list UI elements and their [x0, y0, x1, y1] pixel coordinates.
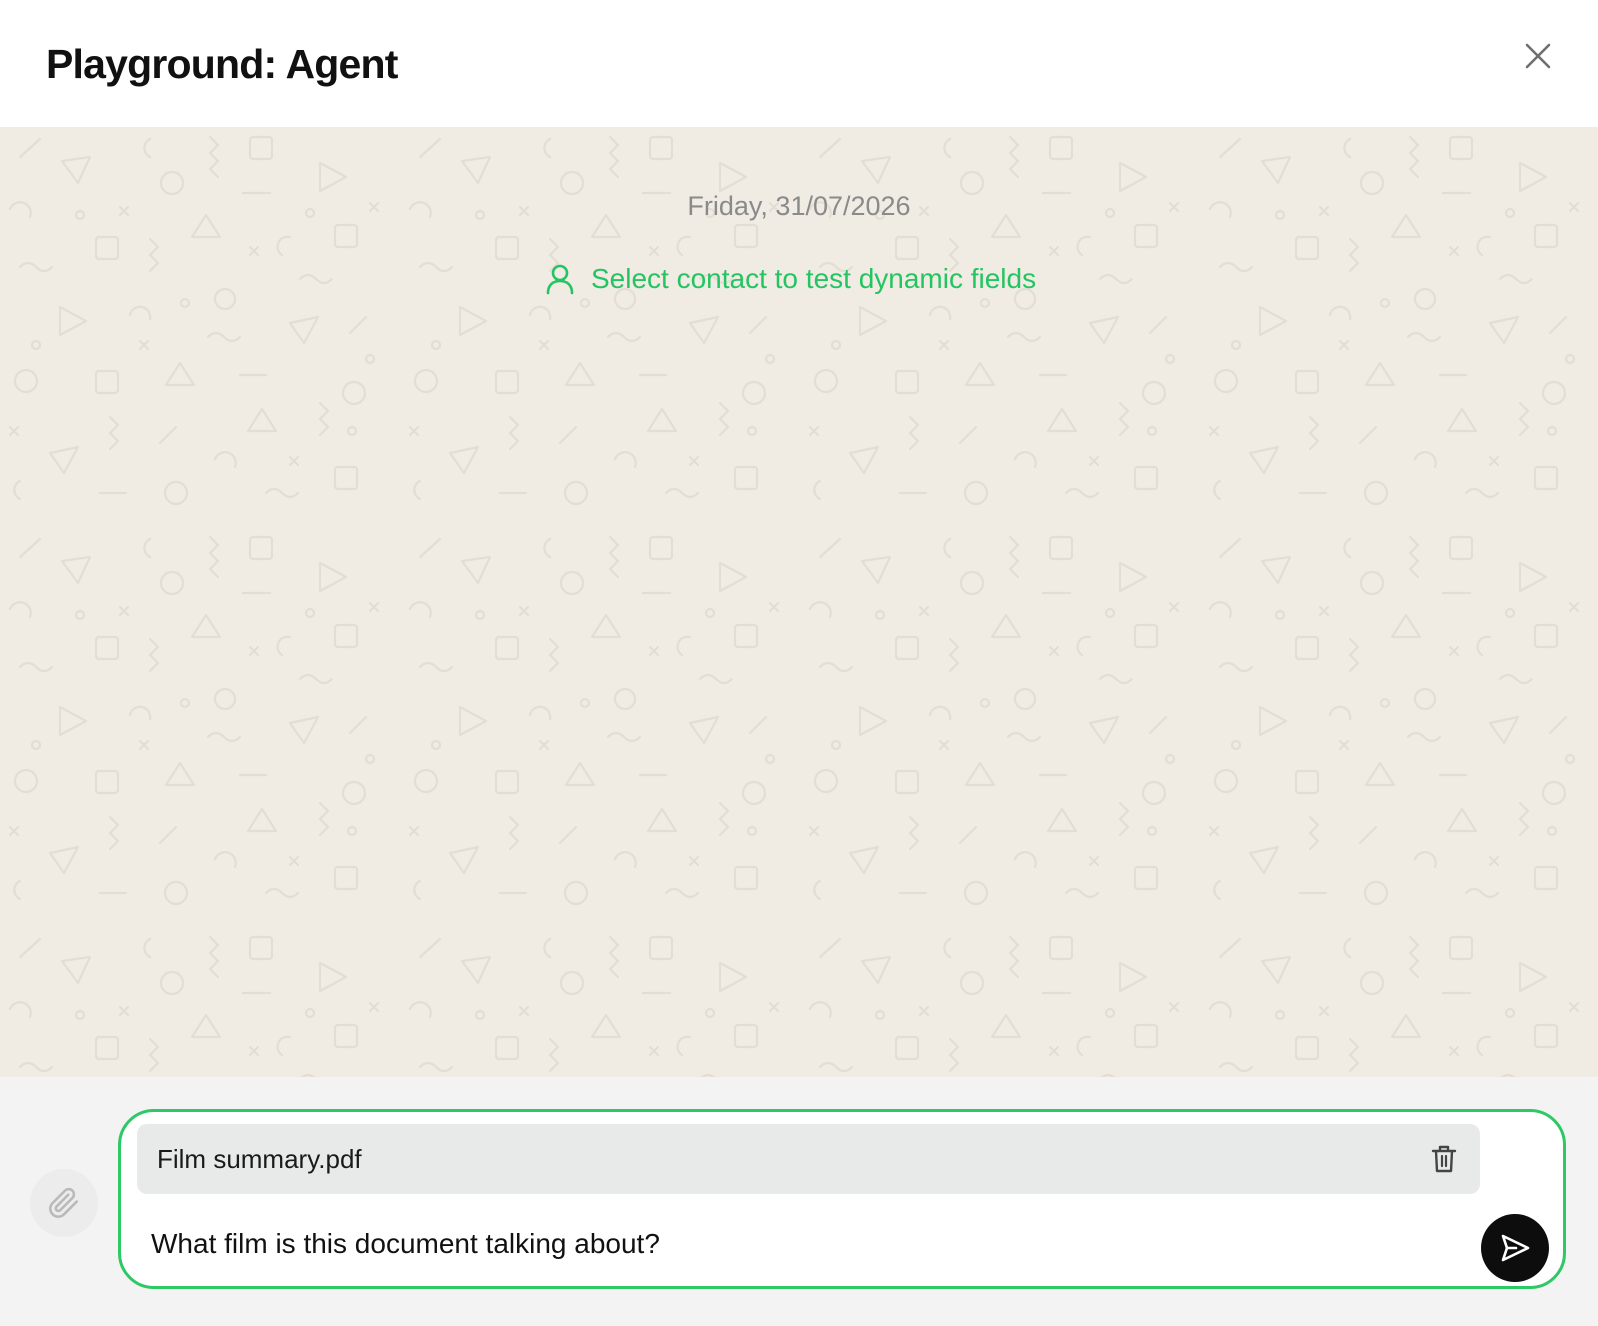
close-button[interactable] [1518, 36, 1558, 76]
remove-attachment-button[interactable] [1426, 1141, 1462, 1177]
chat-area: Friday, 31/07/2026 Select contact to tes… [0, 127, 1598, 1077]
user-icon [545, 263, 575, 295]
send-icon [1501, 1234, 1530, 1262]
paperclip-icon [49, 1187, 79, 1218]
send-button[interactable] [1481, 1214, 1549, 1282]
select-contact-link[interactable]: Select contact to test dynamic fields [545, 259, 1036, 299]
trash-icon [1431, 1145, 1457, 1173]
attachment-file-name: Film summary.pdf [157, 1144, 362, 1174]
composer-footer: Film summary.pdf [0, 1077, 1598, 1326]
date-separator: Friday, 31/07/2026 [687, 191, 911, 221]
dialog-title: Playground: Agent [46, 41, 398, 87]
playground-dialog: Playground: Agent Friday, 31/07/2026 Sel… [0, 0, 1598, 1326]
message-composer: Film summary.pdf [118, 1109, 1566, 1289]
message-input[interactable] [151, 1222, 1431, 1266]
attachment-chip: Film summary.pdf [137, 1124, 1480, 1194]
close-icon [1525, 43, 1551, 69]
dialog-header: Playground: Agent [0, 0, 1598, 127]
attach-button[interactable] [30, 1169, 98, 1237]
select-contact-label: Select contact to test dynamic fields [591, 263, 1037, 294]
